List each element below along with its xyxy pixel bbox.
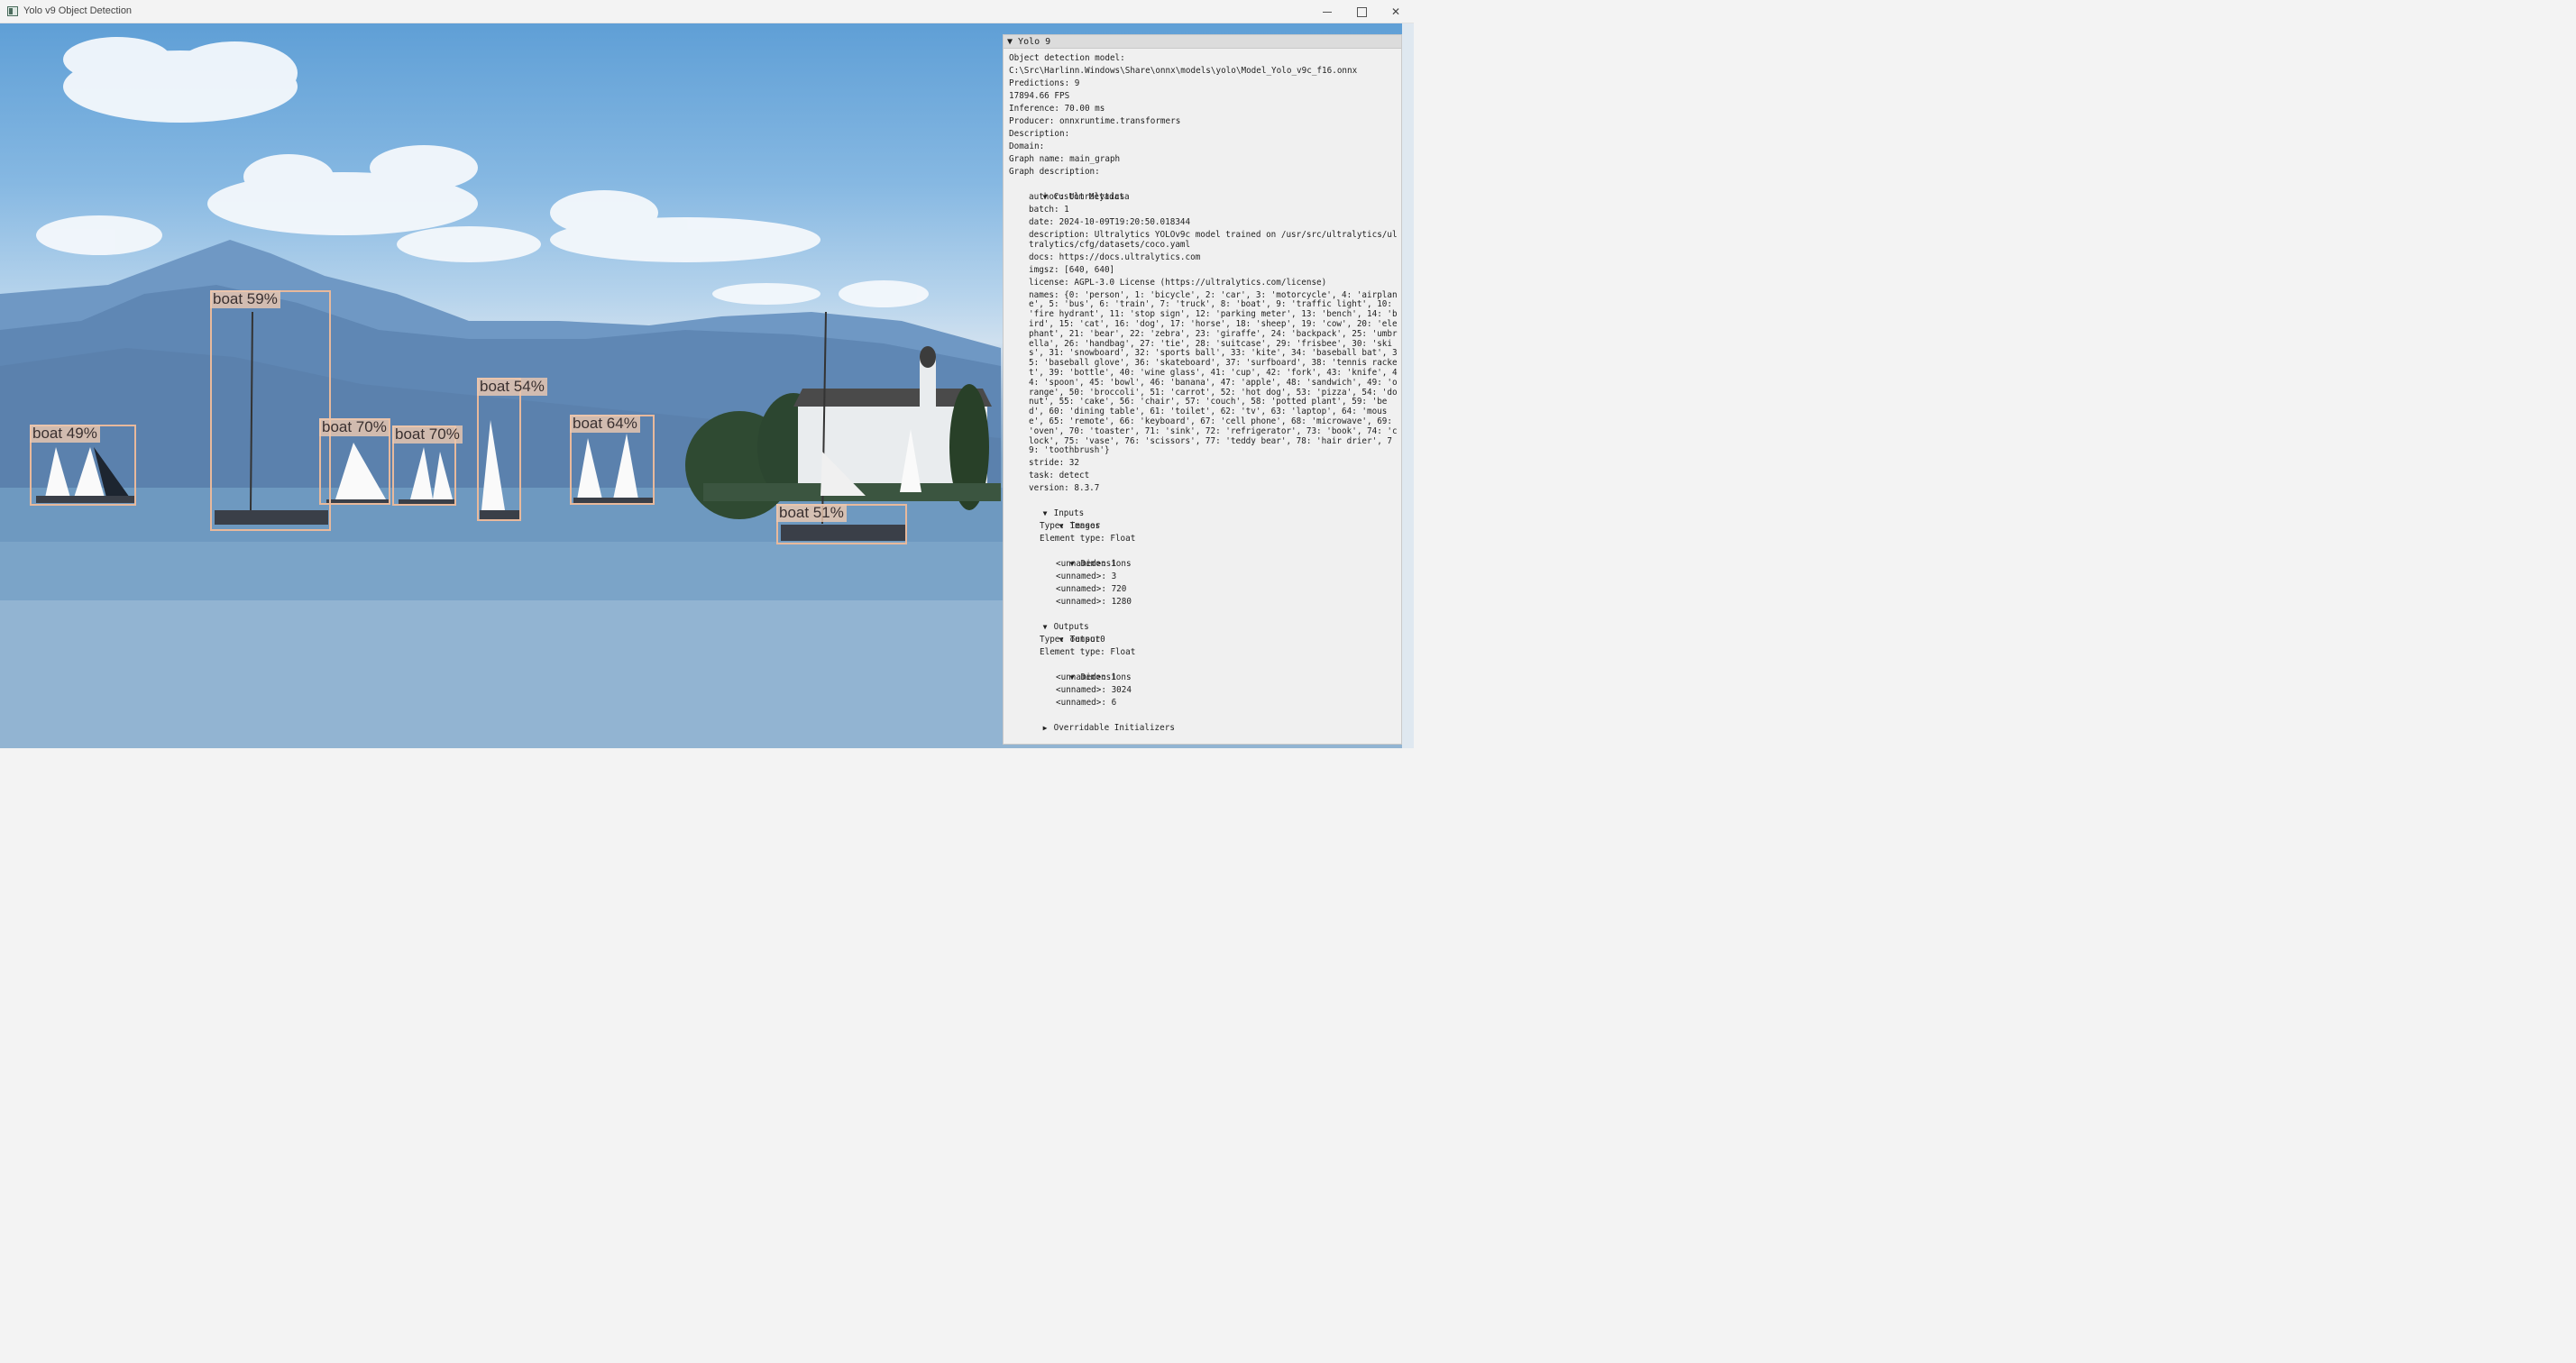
detection-box: boat 51%	[776, 504, 907, 544]
tree-node-input-dimensions[interactable]: ▼ Dimensions	[1009, 545, 1401, 569]
app-icon	[7, 6, 18, 16]
output-element-type: Element type: Float	[1040, 647, 1136, 658]
panel-header[interactable]: ▼ Yolo 9	[1004, 35, 1401, 49]
close-button[interactable]: ✕	[1379, 0, 1413, 23]
collapsed-triangle-icon[interactable]: ▶	[1043, 722, 1054, 735]
detection-box: boat 59%	[210, 290, 331, 531]
detection-label: boat 70%	[392, 425, 463, 444]
producer: Producer: onnxruntime.transformers	[1009, 116, 1181, 126]
tree-node-overridable-initializers[interactable]: ▶ Overridable Initializers	[1009, 709, 1401, 733]
graph-description: Graph description:	[1009, 167, 1100, 177]
tree-node-inputs[interactable]: ▼ Inputs	[1009, 495, 1401, 518]
expanded-triangle-icon[interactable]: ▼	[1043, 621, 1054, 634]
fps-readout: 17894.66 FPS	[1009, 91, 1070, 101]
meta-version: version: 8.3.7	[1029, 483, 1100, 494]
meta-docs: docs: https://docs.ultralytics.com	[1029, 252, 1201, 262]
graph-name: Graph name: main_graph	[1009, 154, 1121, 164]
tree-node-outputs[interactable]: ▼ Outputs	[1009, 608, 1401, 632]
detection-label: boat 49%	[30, 425, 100, 443]
output-dim: <unnamed>: 3024	[1056, 685, 1132, 696]
detection-box: boat 49%	[30, 425, 136, 506]
detection-label: boat 59%	[210, 290, 280, 308]
description: Description:	[1009, 129, 1070, 139]
input-dim: <unnamed>: 1280	[1056, 597, 1132, 608]
window-title: Yolo v9 Object Detection	[23, 5, 133, 16]
model-path: C:\Src\Harlinn.Windows\Share\onnx\models…	[1009, 66, 1358, 76]
model-label: Object detection model:	[1009, 53, 1125, 63]
input-dim: <unnamed>: 3	[1056, 572, 1117, 582]
input-dim: <unnamed>: 720	[1056, 584, 1127, 595]
tree-node-custom-metadata[interactable]: ▼ Custom Metadata	[1009, 178, 1401, 202]
model-info-panel[interactable]: ▼ Yolo 9 Object detection model: C:\Src\…	[1003, 34, 1402, 745]
meta-description: description: Ultralytics YOLOv9c model t…	[1029, 230, 1398, 250]
meta-license: license: AGPL-3.0 License (https://ultra…	[1029, 277, 1327, 288]
window-titlebar[interactable]: Yolo v9 Object Detection ✕	[0, 0, 1414, 23]
meta-author: author: Ultralytics	[1029, 192, 1125, 202]
output-type: Type: Tensor	[1040, 635, 1101, 645]
detection-label: boat 64%	[570, 415, 640, 433]
meta-date: date: 2024-10-09T19:20:50.018344	[1029, 217, 1191, 227]
minimize-button[interactable]	[1310, 0, 1344, 23]
input-element-type: Element type: Float	[1040, 534, 1136, 544]
predictions-count: Predictions: 9	[1009, 78, 1080, 88]
detection-box: boat 54%	[477, 378, 547, 521]
domain: Domain:	[1009, 142, 1045, 151]
tree-node-output-dimensions[interactable]: ▼ Dimensions	[1009, 659, 1401, 682]
output-dim: <unnamed>: 6	[1056, 698, 1117, 709]
detection-box: boat 70%	[392, 425, 463, 506]
input-type: Type: Tensor	[1040, 521, 1101, 532]
meta-names: names: {0: 'person', 1: 'bicycle', 2: 'c…	[1029, 289, 1398, 456]
detection-label: boat 70%	[319, 418, 390, 436]
panel-title: Yolo 9	[1018, 37, 1051, 47]
meta-task: task: detect	[1029, 471, 1090, 481]
meta-stride: stride: 32	[1029, 458, 1079, 469]
inference-time: Inference: 70.00 ms	[1009, 104, 1105, 114]
meta-imgsz: imgsz: [640, 640]	[1029, 264, 1115, 275]
expanded-triangle-icon[interactable]: ▼	[1043, 508, 1054, 520]
panel-body: Object detection model: C:\Src\Harlinn.W…	[1004, 49, 1401, 733]
maximize-button[interactable]	[1344, 0, 1379, 23]
collapse-triangle-icon[interactable]: ▼	[1007, 37, 1018, 47]
detection-label: boat 51%	[776, 504, 847, 522]
input-dim: <unnamed>: 1	[1056, 559, 1117, 570]
output-dim: <unnamed>: 1	[1056, 672, 1117, 683]
detection-box: boat 70%	[319, 418, 390, 505]
meta-batch: batch: 1	[1029, 205, 1069, 215]
detection-box: boat 64%	[570, 415, 655, 505]
detection-label: boat 54%	[477, 378, 547, 396]
